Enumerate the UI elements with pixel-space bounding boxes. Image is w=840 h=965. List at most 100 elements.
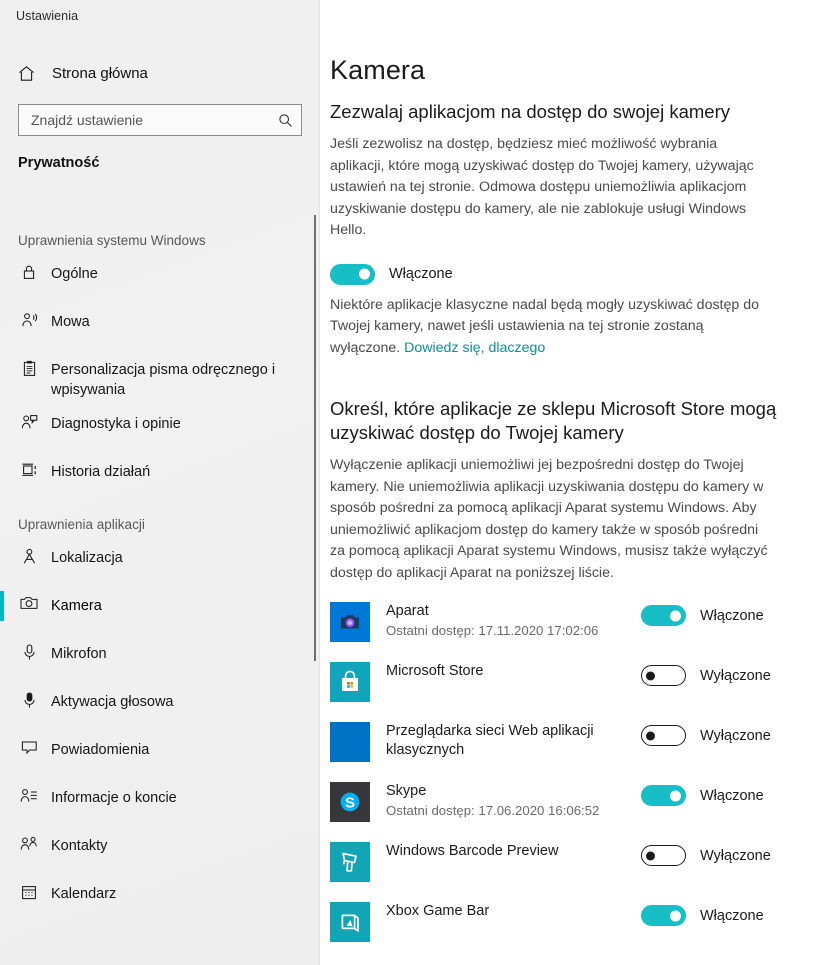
app-last-access: Ostatni dostęp: 17.06.2020 16:06:52 — [386, 803, 600, 818]
toggle-knob — [670, 610, 681, 621]
sidebar-group-heading-windows: Uprawnienia systemu Windows — [18, 233, 206, 248]
app-toggle[interactable] — [641, 785, 686, 806]
app-toggle[interactable] — [641, 845, 686, 866]
app-toggle-wrap: Włączone — [641, 600, 806, 626]
lock-icon — [18, 264, 40, 280]
microphone-icon — [18, 644, 40, 661]
speech-icon — [18, 312, 40, 328]
master-camera-toggle[interactable] — [330, 263, 375, 285]
app-meta: Windows Barcode Preview — [386, 840, 641, 862]
barcode-scanner-icon — [330, 842, 370, 882]
xbox-game-bar-icon — [330, 902, 370, 942]
app-row: Aparat Ostatni dostęp: 17.11.2020 17:02:… — [330, 600, 806, 660]
app-toggle-label: Wyłączone — [700, 847, 771, 864]
camera-icon — [18, 596, 40, 610]
search-box[interactable] — [18, 104, 302, 136]
master-toggle-row: Włączone — [330, 263, 806, 285]
app-toggle[interactable] — [641, 725, 686, 746]
toggle-knob — [646, 671, 655, 680]
main-content: Kamera Zezwalaj aplikacjom na dostęp do … — [320, 0, 840, 965]
app-meta: Microsoft Store — [386, 660, 641, 682]
sidebar-group-heading-apps: Uprawnienia aplikacji — [18, 517, 145, 532]
toggle-knob — [670, 790, 681, 801]
sidebar-item-label: Kontakty — [51, 838, 108, 854]
sidebar-item-kamera[interactable]: Kamera — [0, 582, 320, 630]
sidebar-item-label: Ogólne — [51, 266, 98, 282]
app-toggle[interactable] — [641, 605, 686, 626]
contacts-icon — [18, 836, 40, 851]
app-toggle[interactable] — [641, 905, 686, 926]
sidebar-item-kalendarz[interactable]: Kalendarz — [0, 870, 320, 918]
app-name: Skype — [386, 783, 427, 799]
desktop-web-viewer-icon — [330, 722, 370, 762]
toggle-knob — [359, 268, 370, 280]
section-heading-allow-access: Zezwalaj aplikacjom na dostęp do swojej … — [330, 101, 730, 122]
account-info-icon — [18, 788, 40, 803]
desktop-apps-note: Niektóre aplikacje klasyczne nadal będą … — [330, 295, 774, 360]
sidebar-item-historia-dzialan[interactable]: Historia działań — [0, 448, 320, 496]
sidebar-category-title: Prywatność — [18, 155, 100, 171]
sidebar-item-label: Mikrofon — [51, 646, 107, 662]
app-meta: Przeglądarka sieci Web aplikacji klasycz… — [386, 720, 641, 761]
location-icon — [18, 548, 40, 565]
app-meta: Xbox Game Bar — [386, 900, 641, 922]
app-name: Aparat — [386, 603, 429, 619]
app-toggle-wrap: Wyłączone — [641, 720, 806, 746]
sidebar-item-kontakty[interactable]: Kontakty — [0, 822, 320, 870]
sidebar-item-ogolne[interactable]: Ogólne — [0, 250, 320, 298]
sidebar-item-home[interactable]: Strona główna — [0, 58, 300, 88]
settings-window: Ustawienia Strona główna Prywatność Upr — [0, 0, 840, 965]
section-heading-choose-apps: Określ, które aplikacje ze sklepu Micros… — [330, 398, 777, 443]
learn-why-link[interactable]: Dowiedz się, dlaczego — [404, 340, 545, 356]
app-meta: Skype Ostatni dostęp: 17.06.2020 16:06:5… — [386, 780, 641, 820]
app-permission-list: Aparat Ostatni dostęp: 17.11.2020 17:02:… — [330, 600, 806, 960]
camera-app-icon — [330, 602, 370, 642]
sidebar-item-home-label: Strona główna — [52, 64, 148, 82]
app-toggle-wrap: Wyłączone — [641, 840, 806, 866]
activity-history-icon — [18, 462, 40, 478]
master-toggle-label: Włączone — [389, 266, 453, 282]
section-description-choose-apps: Wyłączenie aplikacji uniemożliwi jej bez… — [330, 457, 768, 581]
svg-text:S: S — [345, 795, 355, 812]
sidebar-item-label: Informacje o koncie — [51, 790, 177, 806]
sidebar-item-mowa[interactable]: Mowa — [0, 298, 320, 346]
sidebar-item-informacje-o-koncie[interactable]: Informacje o koncie — [0, 774, 320, 822]
sidebar-item-personalizacja-pisma[interactable]: Personalizacja pisma odręcznego i wpisyw… — [0, 346, 320, 400]
microsoft-store-icon — [330, 662, 370, 702]
sidebar-item-label: Aktywacja głosowa — [51, 694, 174, 710]
sidebar-item-label: Kamera — [51, 598, 102, 614]
app-toggle-label: Włączone — [700, 607, 764, 624]
sidebar-item-mikrofon[interactable]: Mikrofon — [0, 630, 320, 678]
page-title: Kamera — [330, 55, 426, 85]
sidebar-item-label: Diagnostyka i opinie — [51, 416, 181, 432]
skype-icon: S — [330, 782, 370, 822]
sidebar-item-powiadomienia[interactable]: Powiadomienia — [0, 726, 320, 774]
app-name: Microsoft Store — [386, 663, 484, 679]
app-toggle-wrap: Włączone — [641, 780, 806, 806]
app-toggle-label: Włączone — [700, 907, 764, 924]
sidebar-scrollbar-thumb[interactable] — [314, 215, 316, 661]
toggle-knob — [646, 851, 655, 860]
sidebar-item-diagnostyka[interactable]: Diagnostyka i opinie — [0, 400, 320, 448]
feedback-icon — [18, 414, 40, 430]
sidebar-item-label: Historia działań — [51, 464, 151, 480]
sidebar-nav: Uprawnienia systemu Windows Ogólne Mowa … — [0, 232, 320, 918]
app-last-access: Ostatni dostęp: 17.11.2020 17:02:06 — [386, 623, 599, 638]
sidebar-item-label: Personalizacja pisma odręcznego i wpisyw… — [51, 362, 276, 398]
app-toggle-wrap: Włączone — [641, 900, 806, 926]
app-toggle-label: Wyłączone — [700, 667, 771, 684]
voice-activation-icon — [18, 692, 40, 709]
home-icon — [18, 65, 40, 82]
app-row: Xbox Game Bar Włączone — [330, 900, 806, 960]
app-meta: Aparat Ostatni dostęp: 17.11.2020 17:02:… — [386, 600, 641, 640]
app-name: Przeglądarka sieci Web aplikacji klasycz… — [386, 723, 594, 758]
toggle-knob — [670, 910, 681, 921]
app-toggle[interactable] — [641, 665, 686, 686]
app-name: Windows Barcode Preview — [386, 843, 559, 859]
search-input[interactable] — [19, 105, 269, 135]
search-icon[interactable] — [269, 105, 301, 135]
app-row: Microsoft Store Wyłączone — [330, 660, 806, 720]
sidebar-item-aktywacja-glosowa[interactable]: Aktywacja głosowa — [0, 678, 320, 726]
sidebar-item-lokalizacja[interactable]: Lokalizacja — [0, 534, 320, 582]
clipboard-icon — [18, 360, 40, 377]
